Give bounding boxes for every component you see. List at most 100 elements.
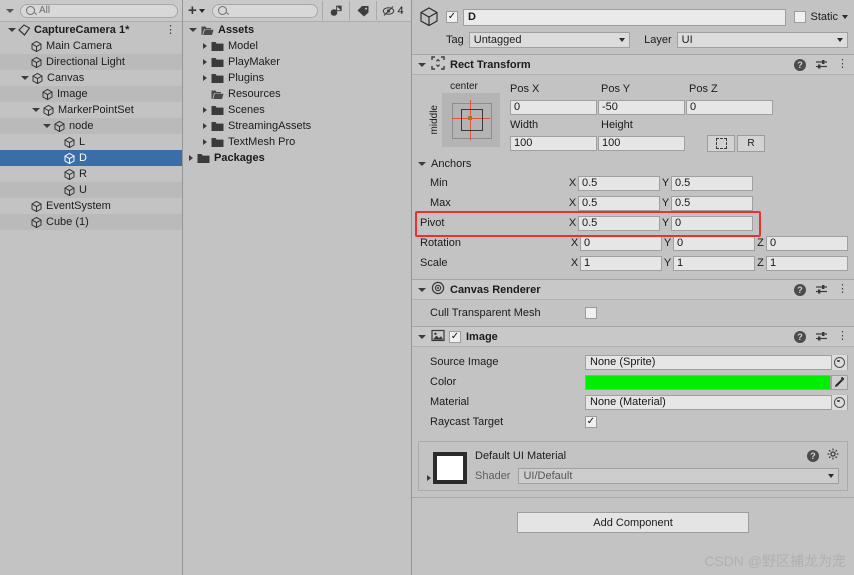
preset-icon[interactable]	[815, 59, 828, 71]
help-icon[interactable]: ?	[807, 449, 819, 462]
gameobject-enabled-checkbox[interactable]: ✓	[446, 11, 458, 23]
help-icon[interactable]: ?	[794, 330, 806, 343]
pivot-x-input[interactable]: 0.5	[578, 215, 660, 231]
rotation-z-input[interactable]: 0	[766, 235, 848, 251]
preset-icon[interactable]	[815, 331, 828, 343]
hierarchy-item[interactable]: Canvas	[0, 70, 182, 86]
project-item[interactable]: TextMesh Pro	[183, 134, 411, 150]
anchor-preset-diagram[interactable]	[441, 93, 500, 147]
hierarchy-scene-row[interactable]: CaptureCamera 1* ⋮	[0, 22, 182, 38]
hierarchy-item[interactable]: MarkerPointSet	[0, 102, 182, 118]
hierarchy-item[interactable]: node	[0, 118, 182, 134]
cull-transparent-mesh-checkbox[interactable]	[585, 307, 597, 319]
chevron-down-icon[interactable]	[418, 162, 426, 166]
hierarchy-item[interactable]: Cube (1)	[0, 214, 182, 230]
help-icon[interactable]: ?	[794, 283, 806, 296]
width-input[interactable]: 100	[510, 135, 597, 151]
chevron-right-icon[interactable]	[189, 155, 193, 161]
help-icon[interactable]: ?	[794, 58, 806, 71]
chevron-down-icon[interactable]	[418, 334, 426, 339]
hierarchy-item[interactable]: R	[0, 166, 182, 182]
project-item[interactable]: Resources	[183, 86, 411, 102]
component-menu-icon[interactable]: ⋮	[837, 284, 848, 295]
chevron-right-icon[interactable]	[203, 139, 207, 145]
component-menu-icon[interactable]: ⋮	[837, 59, 848, 70]
anchor-min-y-input[interactable]: 0.5	[671, 175, 753, 191]
hierarchy-item-selected[interactable]: D	[0, 150, 182, 166]
chevron-down-icon[interactable]	[418, 287, 426, 292]
image-header[interactable]: ✓ Image ? ⋮	[412, 327, 854, 347]
height-input[interactable]: 100	[598, 135, 685, 151]
asset-label-button[interactable]	[349, 1, 376, 20]
chevron-down-icon[interactable]	[418, 62, 426, 67]
chevron-down-icon[interactable]	[842, 15, 848, 19]
preset-icon[interactable]	[815, 284, 828, 296]
anchor-max-y-input[interactable]: 0.5	[671, 195, 753, 211]
source-image-field[interactable]: None (Sprite)	[585, 354, 848, 370]
asset-preview-toggle-button[interactable]	[322, 1, 349, 20]
scale-x-input[interactable]: 1	[580, 255, 662, 271]
chevron-right-icon[interactable]	[427, 475, 431, 481]
rotation-x-input[interactable]: 0	[580, 235, 662, 251]
hidden-objects-count-button[interactable]: 4	[376, 1, 409, 20]
component-menu-icon[interactable]: ⋮	[837, 331, 848, 342]
hierarchy-item[interactable]: L	[0, 134, 182, 150]
chevron-right-icon[interactable]	[203, 43, 207, 49]
hierarchy-item[interactable]: Directional Light	[0, 54, 182, 70]
material-field[interactable]: None (Material)	[585, 394, 848, 410]
pos-x-input[interactable]: 0	[510, 99, 597, 115]
color-swatch[interactable]	[585, 374, 831, 390]
rotation-y-input[interactable]: 0	[673, 235, 755, 251]
chevron-right-icon[interactable]	[203, 59, 207, 65]
hierarchy-item[interactable]: U	[0, 182, 182, 198]
project-search-input[interactable]	[211, 3, 318, 18]
project-item[interactable]: Assets	[183, 22, 411, 38]
eyedropper-icon[interactable]	[831, 374, 848, 390]
layer-dropdown[interactable]: UI	[676, 32, 848, 48]
object-picker-icon[interactable]	[831, 354, 847, 370]
raycast-target-checkbox[interactable]: ✓	[585, 416, 597, 428]
gameobject-name-input[interactable]: D	[463, 8, 787, 26]
gear-icon[interactable]	[827, 448, 839, 463]
pos-y-input[interactable]: -50	[598, 99, 685, 115]
raw-edit-mode-button[interactable]: R	[737, 134, 765, 152]
anchor-preset-widget[interactable]: center middle	[418, 81, 510, 153]
scale-y-input[interactable]: 1	[673, 255, 755, 271]
project-item[interactable]: Plugins	[183, 70, 411, 86]
project-item[interactable]: Packages	[183, 150, 411, 166]
tag-dropdown[interactable]: Untagged	[468, 32, 631, 48]
anchor-min-x-input[interactable]: 0.5	[578, 175, 660, 191]
shader-dropdown[interactable]: UI/Default	[518, 468, 839, 484]
create-asset-button[interactable]: +	[185, 2, 208, 19]
blueprint-mode-button[interactable]	[707, 134, 735, 152]
object-picker-icon[interactable]	[831, 394, 847, 410]
project-item[interactable]: PlayMaker	[183, 54, 411, 70]
hierarchy-item[interactable]: Main Camera	[0, 38, 182, 54]
hierarchy-search-input[interactable]: All	[20, 3, 178, 18]
hierarchy-item[interactable]: EventSystem	[0, 198, 182, 214]
project-item[interactable]: Model	[183, 38, 411, 54]
chevron-down-icon[interactable]	[43, 124, 51, 128]
hierarchy-dropdown-icon[interactable]	[6, 8, 14, 13]
static-toggle[interactable]: Static	[794, 11, 848, 23]
scale-z-input[interactable]: 1	[766, 255, 848, 271]
chevron-down-icon[interactable]	[21, 76, 29, 80]
static-checkbox[interactable]	[794, 11, 807, 23]
canvas-renderer-header[interactable]: Canvas Renderer ? ⋮	[412, 280, 854, 300]
image-enabled-checkbox[interactable]: ✓	[449, 330, 461, 343]
pivot-y-input[interactable]: 0	[671, 215, 753, 231]
chevron-down-icon[interactable]	[32, 108, 40, 112]
anchor-max-x-input[interactable]: 0.5	[578, 195, 660, 211]
pos-z-input[interactable]: 0	[686, 99, 773, 115]
hierarchy-item[interactable]: Image	[0, 86, 182, 102]
chevron-right-icon[interactable]	[203, 123, 207, 129]
rect-transform-header[interactable]: Rect Transform ? ⋮	[412, 55, 854, 75]
project-item[interactable]: Scenes	[183, 102, 411, 118]
chevron-right-icon[interactable]	[203, 107, 207, 113]
add-component-button[interactable]: Add Component	[517, 512, 749, 533]
project-item[interactable]: StreamingAssets	[183, 118, 411, 134]
gameobject-icon[interactable]	[418, 6, 440, 28]
chevron-down-icon[interactable]	[8, 28, 16, 32]
chevron-right-icon[interactable]	[203, 75, 207, 81]
anchors-foldout[interactable]: Anchors	[418, 155, 848, 173]
